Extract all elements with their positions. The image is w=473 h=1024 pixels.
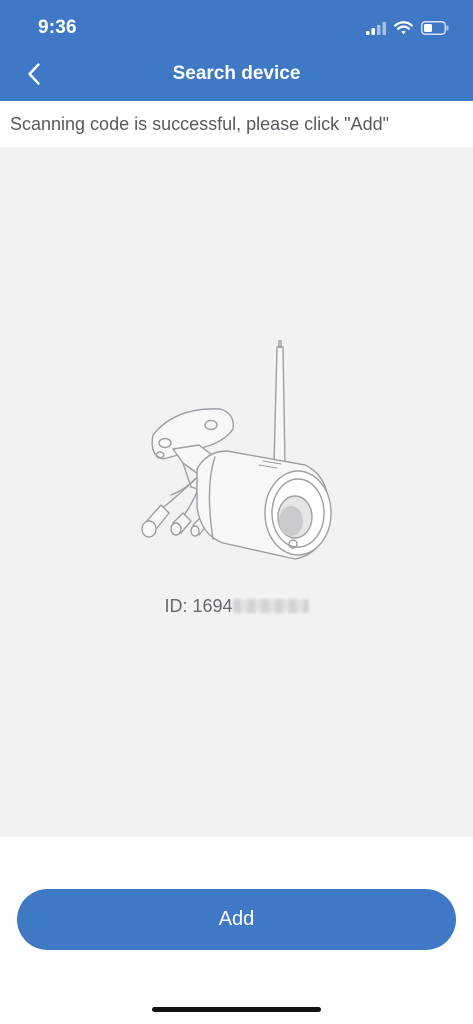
wifi-icon bbox=[394, 21, 413, 35]
scan-success-message: Scanning code is successful, please clic… bbox=[0, 101, 473, 147]
device-preview-area: ID: 1694 bbox=[0, 147, 473, 837]
home-indicator bbox=[152, 1007, 321, 1012]
status-time: 9:36 bbox=[38, 17, 77, 38]
device-id-text: ID: 1694 bbox=[164, 596, 233, 616]
status-icons bbox=[366, 18, 449, 38]
add-button[interactable]: Add bbox=[17, 889, 456, 950]
device-id-redacted bbox=[232, 599, 309, 613]
page-title: Search device bbox=[172, 63, 301, 84]
camera-icon bbox=[141, 340, 332, 560]
nav-bar: Search device bbox=[0, 48, 473, 101]
app-header: 9:36 Search device bbox=[0, 0, 473, 101]
cellular-signal-icon bbox=[366, 21, 386, 35]
status-bar: 9:36 bbox=[0, 0, 473, 48]
battery-icon bbox=[421, 21, 449, 35]
device-id: ID: 1694 bbox=[0, 596, 473, 617]
